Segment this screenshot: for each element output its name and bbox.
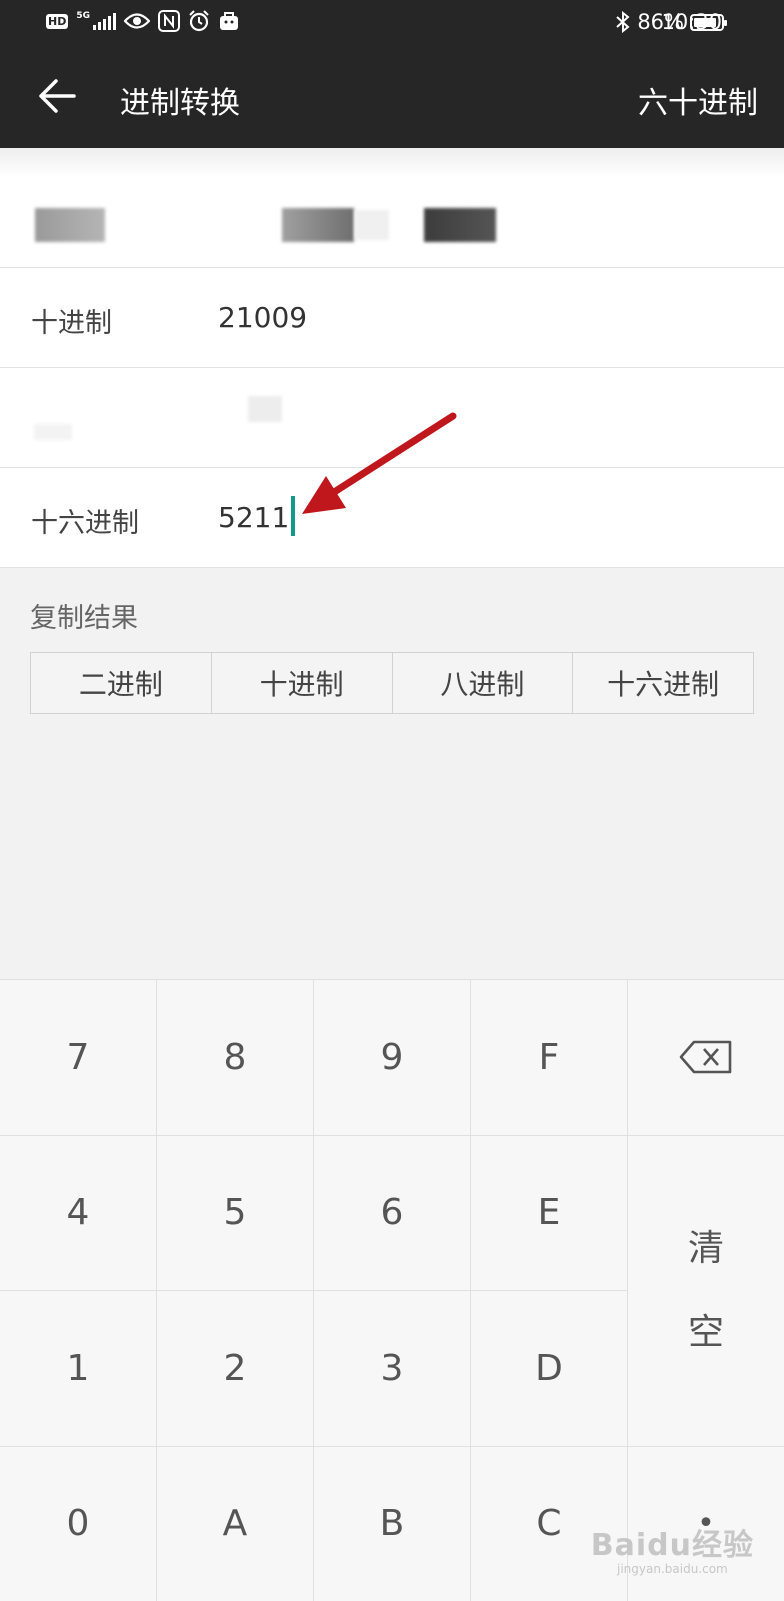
key-d[interactable]: D — [471, 1291, 627, 1446]
decimal-value: 21009 — [218, 301, 307, 334]
nfc-icon — [158, 10, 180, 32]
hexadecimal-label: 十六进制 — [31, 501, 139, 540]
hexadecimal-input[interactable]: 5211 — [218, 501, 295, 536]
status-bar-left: HD 5G — [46, 10, 240, 32]
network-label: 5G — [76, 12, 90, 21]
conversion-list: 十进制 21009 十六进制 5211 — [0, 148, 784, 568]
key-4[interactable]: 4 — [0, 1136, 156, 1291]
key-8[interactable]: 8 — [157, 980, 313, 1135]
status-time: 10:30 — [661, 10, 722, 34]
watermark-url: jingyan.baidu.com — [617, 1562, 728, 1576]
blurred-octal-label — [34, 424, 72, 440]
copy-decimal-button[interactable]: 十进制 — [212, 653, 393, 713]
key-0[interactable]: 0 — [0, 1447, 156, 1601]
clear-label-1: 清 — [688, 1231, 724, 1267]
clear-label-2: 空 — [688, 1315, 724, 1351]
key-1[interactable]: 1 — [0, 1291, 156, 1446]
clear-button[interactable]: 清 空 — [628, 1136, 784, 1446]
watermark: Baidu经验 jingyan.baidu.com — [591, 1520, 754, 1576]
copy-button-group: 二进制 十进制 八进制 十六进制 — [30, 652, 754, 714]
key-5[interactable]: 5 — [157, 1136, 313, 1291]
key-2[interactable]: 2 — [157, 1291, 313, 1446]
blurred-value-b — [355, 210, 389, 240]
status-bar: HD 5G 86% 10:30 — [0, 0, 784, 50]
backspace-icon — [678, 1039, 734, 1075]
blurred-value-a — [282, 208, 354, 242]
copy-result-title: 复制结果 — [30, 596, 138, 635]
key-9[interactable]: 9 — [314, 980, 470, 1135]
blurred-value-c — [424, 208, 496, 242]
copy-octal-button[interactable]: 八进制 — [393, 653, 574, 713]
key-f[interactable]: F — [471, 980, 627, 1135]
key-3[interactable]: 3 — [314, 1291, 470, 1446]
text-cursor — [291, 496, 295, 536]
5g-signal-icon: 5G — [76, 12, 116, 30]
key-6[interactable]: 6 — [314, 1136, 470, 1291]
hexadecimal-value: 5211 — [218, 501, 289, 534]
key-a[interactable]: A — [157, 1447, 313, 1601]
bag-icon — [218, 10, 240, 32]
key-e[interactable]: E — [471, 1136, 627, 1291]
alarm-icon — [188, 10, 210, 32]
key-7[interactable]: 7 — [0, 980, 156, 1135]
bluetooth-icon — [615, 11, 631, 33]
blurred-octal-value — [248, 396, 282, 422]
app-bar: 进制转换 六十进制 — [0, 50, 784, 148]
copy-binary-button[interactable]: 二进制 — [31, 653, 212, 713]
decimal-row[interactable]: 十进制 21009 — [0, 268, 784, 368]
blurred-label — [35, 208, 105, 242]
keypad: 7 8 9 F 4 5 6 E 清 空 1 2 3 D 0 A B C • — [0, 979, 784, 1601]
arrow-left-icon — [36, 75, 78, 117]
octal-row-blurred[interactable] — [0, 368, 784, 468]
sexagesimal-button[interactable]: 六十进制 — [638, 78, 758, 122]
copy-hexadecimal-button[interactable]: 十六进制 — [573, 653, 753, 713]
key-b[interactable]: B — [314, 1447, 470, 1601]
back-button[interactable] — [36, 75, 78, 117]
delete-button[interactable] — [628, 980, 784, 1135]
page-title: 进制转换 — [120, 78, 240, 122]
watermark-logo: Baidu经验 — [591, 1520, 754, 1564]
eye-icon — [124, 12, 150, 30]
hd-icon: HD — [46, 14, 68, 29]
decimal-label: 十进制 — [31, 301, 112, 340]
binary-row-blurred[interactable] — [0, 148, 784, 268]
hexadecimal-row[interactable]: 十六进制 5211 — [0, 468, 784, 568]
